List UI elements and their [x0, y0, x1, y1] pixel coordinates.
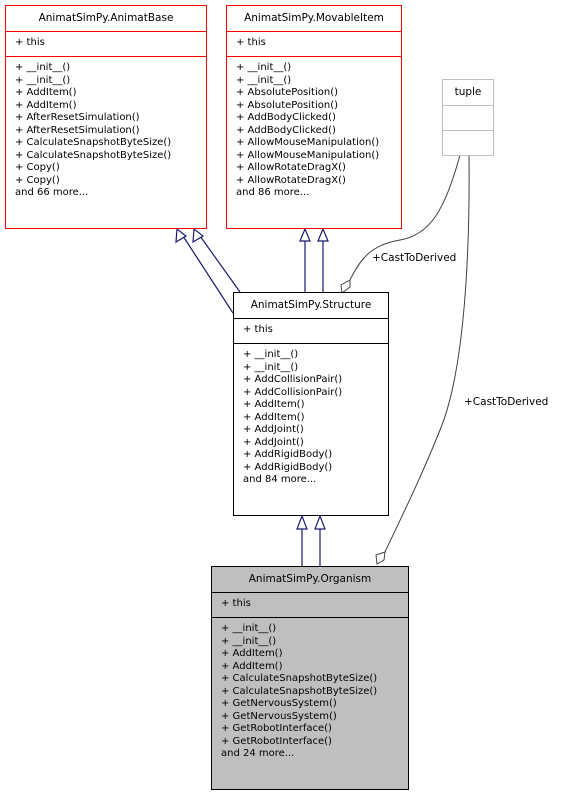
inheritance-arrowhead [175, 227, 188, 244]
method: + CalculateSnapshotByteSize() [15, 137, 172, 148]
attributes-section [443, 105, 493, 130]
attributes-section: + this [234, 318, 388, 343]
inheritance-arrowhead [299, 227, 311, 242]
method: + AddItem() [15, 87, 77, 98]
edge-label-organism-cast: +CastToDerived [464, 396, 549, 408]
class-organism[interactable]: AnimatSimPy.Organism + this + __init__()… [211, 566, 409, 790]
methods-section: + __init__() + __init__() + AddItem() + … [6, 56, 206, 200]
class-tuple[interactable]: tuple [442, 79, 494, 156]
method: + GetNervousSystem() [221, 698, 337, 709]
method: + AddBodyClicked() [236, 112, 336, 123]
method: + Copy() [15, 162, 60, 173]
method: + CalculateSnapshotByteSize() [221, 685, 378, 697]
method: + AddItem() [221, 660, 283, 672]
more-methods: and 84 more... [243, 474, 317, 485]
method: + AllowRotateDragX() [236, 162, 346, 173]
method: + AfterResetSimulation() [15, 112, 140, 123]
usage-diamond [375, 551, 386, 565]
inheritance-arrowhead [296, 514, 308, 530]
method: + AddJoint() [243, 436, 304, 448]
method: + AddJoint() [243, 424, 304, 435]
method: + GetNervousSystem() [221, 710, 337, 722]
method: + AddItem() [15, 99, 77, 111]
method: + Copy() [15, 174, 60, 186]
method: + AbsolutePosition() [236, 87, 339, 98]
method: + AddRigidBody() [243, 449, 333, 460]
attributes-section: + this [6, 31, 206, 56]
method: + CalculateSnapshotByteSize() [15, 149, 172, 161]
class-title: AnimatSimPy.Organism [248, 573, 372, 585]
edge-label-structure-cast: +CastToDerived [372, 252, 457, 264]
method: + AddRigidBody() [243, 461, 333, 473]
method: + AllowMouseManipulation() [236, 149, 380, 161]
class-title: AnimatSimPy.AnimatBase [38, 12, 174, 24]
class-title: AnimatSimPy.Structure [250, 299, 372, 311]
class-movableitem[interactable]: AnimatSimPy.MovableItem + this + __init_… [226, 5, 402, 229]
attributes-section: + this [212, 592, 408, 617]
attribute: + this [221, 598, 251, 609]
method: + AddItem() [243, 399, 305, 410]
method: + AllowMouseManipulation() [236, 137, 380, 148]
method: + AddItem() [221, 648, 283, 659]
method: + AddItem() [243, 411, 305, 423]
methods-section: + __init__() + __init__() + AddCollision… [234, 343, 388, 487]
inheritance-edge-structure-animatbase-2 [199, 235, 241, 293]
method: + __init__() [221, 635, 277, 647]
methods-section: + __init__() + __init__() + AddItem() + … [212, 617, 408, 761]
method: + CalculateSnapshotByteSize() [221, 673, 378, 684]
method: + GetRobotInterface() [221, 723, 332, 734]
class-animatbase[interactable]: AnimatSimPy.AnimatBase + this + __init__… [5, 5, 207, 229]
attribute: + this [236, 37, 266, 48]
method: + __init__() [236, 62, 292, 73]
more-methods: and 66 more... [15, 187, 89, 198]
method: + AllowRotateDragX() [236, 174, 346, 186]
more-methods: and 86 more... [236, 187, 310, 198]
methods-section: + __init__() + __init__() + AbsolutePosi… [227, 56, 401, 200]
inheritance-arrowhead [317, 227, 329, 242]
attribute: + this [243, 324, 273, 335]
attribute: + this [15, 37, 45, 48]
method: + AddCollisionPair() [243, 374, 343, 385]
method: + __init__() [15, 74, 71, 86]
class-title: tuple [454, 86, 482, 98]
class-title: AnimatSimPy.MovableItem [244, 12, 384, 24]
method: + __init__() [243, 349, 299, 360]
method: + __init__() [221, 623, 277, 634]
more-methods: and 24 more... [221, 748, 295, 759]
inheritance-arrowhead [192, 227, 205, 244]
method: + AddBodyClicked() [236, 124, 336, 136]
attributes-section: + this [227, 31, 401, 56]
method: + GetRobotInterface() [221, 735, 332, 747]
method: + __init__() [243, 361, 299, 373]
method: + __init__() [15, 62, 71, 73]
method: + AddCollisionPair() [243, 386, 343, 398]
inheritance-arrowhead [314, 514, 326, 530]
class-structure[interactable]: AnimatSimPy.Structure + this + __init__(… [233, 292, 389, 516]
method: + AbsolutePosition() [236, 99, 339, 111]
method: + AfterResetSimulation() [15, 124, 140, 136]
methods-section [443, 130, 493, 155]
method: + __init__() [236, 74, 292, 86]
